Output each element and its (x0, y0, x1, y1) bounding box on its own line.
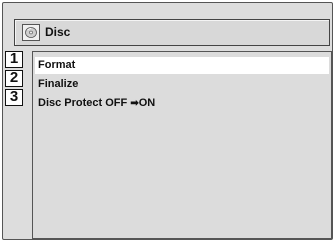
step-number-2: 2 (5, 70, 23, 87)
menu-panel: Format Finalize Disc Protect OFF ➡ON (32, 51, 332, 239)
step-number-1: 1 (5, 51, 23, 68)
disc-protect-state: ON (138, 97, 156, 109)
menu-item-disc-protect[interactable]: Disc Protect OFF ➡ON (35, 95, 329, 112)
disc-icon (22, 24, 40, 41)
menu-item-label: Format (38, 59, 76, 71)
title-bar: Disc (14, 19, 330, 46)
disc-menu-screen: Disc Format Finalize Disc Protect OFF ➡O… (2, 2, 333, 240)
menu-item-format[interactable]: Format (35, 57, 329, 74)
menu-item-finalize[interactable]: Finalize (35, 76, 329, 93)
disc-protect-label: Disc Protect OFF (38, 97, 128, 109)
menu-item-label: Disc Protect OFF ➡ON (38, 97, 155, 109)
menu-item-label: Finalize (38, 78, 79, 90)
step-number-3: 3 (5, 89, 23, 106)
page-title: Disc (45, 25, 71, 39)
arrow-right-icon: ➡ (130, 98, 139, 109)
